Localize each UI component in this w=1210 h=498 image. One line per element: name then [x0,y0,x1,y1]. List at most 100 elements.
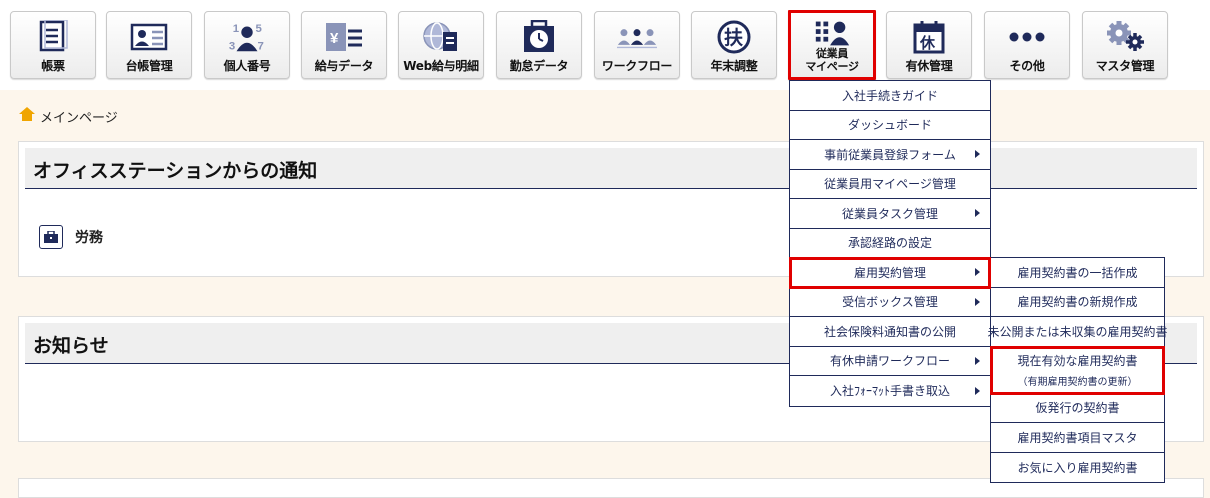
menu-item-insurance-notice[interactable]: 社会保険料通知書の公開 [790,317,990,347]
kyu-glyph: 休 [919,34,936,52]
personal-number-icon: 1 5 3 7 [227,19,267,55]
toolbar-label: 従業員 マイページ [805,47,859,73]
menu-item-label: 承認経路の設定 [847,236,932,251]
menu-item-handwriting-import[interactable]: 入社ﾌｫｰﾏｯﾄ手書き取込 [790,376,990,406]
ledger-icon [129,19,169,55]
submenu-arrow-icon [975,297,980,306]
toolbar-button-paid-leave[interactable]: 休 有休管理 [886,11,972,79]
briefcase-icon [39,225,63,249]
toolbar-button-year-end[interactable]: 扶 年末調整 [691,11,777,79]
toolbar-button-forms[interactable]: 帳票 [10,11,96,79]
toolbar-label: 台帳管理 [125,59,173,73]
menu-item-label: 事前従業員登録フォーム [824,147,956,162]
fu-glyph: 扶 [724,26,744,49]
submenu-item-favorites[interactable]: お気に入り雇用契約書 [991,453,1164,483]
web-payslip-icon [421,19,461,55]
menu-item-label: ダッシュボード [847,118,932,133]
menu-item-label: 社会保険料通知書の公開 [823,324,956,339]
info-panel-title: お知らせ [33,335,109,357]
menu-item-mypage-management[interactable]: 従業員用マイページ管理 [790,170,990,199]
payroll-icon: ¥ [324,19,364,55]
paid-leave-icon: 休 [909,19,949,55]
submenu-item-label: 未公開または未収集の雇用契約書 [987,324,1168,339]
digit-three: 3 [229,40,235,52]
home-icon[interactable] [18,106,40,126]
workflow-icon [617,19,657,55]
menu-item-approval-route[interactable]: 承認経路の設定 [790,229,990,258]
toolbar-label: 勤怠データ [509,59,569,73]
toolbar-label: 帳票 [41,59,65,73]
toolbar-label: 年末調整 [710,59,758,73]
employee-mypage-icon [812,19,852,47]
menu-item-onboarding-guide[interactable]: 入社手続きガイド [790,81,990,111]
breadcrumb-home-link[interactable]: メインページ [40,107,118,126]
toolbar-label: 給与データ [314,59,374,73]
toolbar-button-more[interactable]: その他 [984,11,1070,79]
submenu-item-sublabel: （有期雇用契約書の更新） [1017,376,1138,388]
menu-item-employment-contract[interactable]: 雇用契約管理 [789,257,991,289]
menu-item-label: 従業員用マイページ管理 [824,177,956,192]
submenu-item-label: 雇用契約書の一括作成 [1017,265,1138,280]
toolbar-button-ledger[interactable]: 台帳管理 [106,11,192,79]
toolbar-button-workflow[interactable]: ワークフロー [594,11,680,79]
submenu-arrow-icon [975,386,980,395]
attendance-icon [519,19,559,55]
toolbar-button-employee-mypage[interactable]: 従業員 マイページ [788,10,876,80]
digit-one: 1 [233,23,240,35]
submenu-arrow-icon [975,150,980,159]
toolbar-label: Web給与明細 [403,59,479,73]
digit-seven: 7 [257,40,263,52]
submenu-item-unpublished[interactable]: 未公開または未収集の雇用契約書 [988,317,1168,347]
more-icon [1007,19,1047,55]
toolbar-button-web-payslip[interactable]: Web給与明細 [398,11,484,79]
submenu-item-label: 雇用契約書の新規作成 [1017,295,1138,310]
menu-item-label: 雇用契約管理 [853,265,926,280]
year-end-adjustment-icon: 扶 [714,19,754,55]
document-icon [33,19,73,55]
menu-item-task-management[interactable]: 従業員タスク管理 [790,199,990,229]
labor-category-label: 労務 [75,230,103,246]
toolbar-button-attendance[interactable]: 勤怠データ [496,11,582,79]
submenu-item-new-create[interactable]: 雇用契約書の新規作成 [991,288,1164,317]
label-line-2: マイページ [805,60,859,73]
toolbar-button-personal-number[interactable]: 1 5 3 7 個人番号 [204,11,290,79]
submenu-item-label: 雇用契約書項目マスタ [1017,430,1138,445]
breadcrumb: メインページ [18,106,118,126]
submenu-arrow-icon [975,209,980,218]
toolbar-label: 個人番号 [223,59,271,73]
toolbar-label: マスタ管理 [1095,59,1155,73]
submenu-arrow-icon [975,356,980,365]
main-toolbar: 帳票 台帳管理 1 5 3 7 個人番号 ¥ 給与データ Web給与明細 勤怠デ… [0,0,1210,90]
menu-item-label: 入社ﾌｫｰﾏｯﾄ手書き取込 [829,384,950,399]
submenu-item-active-contracts[interactable]: 現在有効な雇用契約書 （有期雇用契約書の更新） [990,345,1165,395]
submenu-item-bulk-create[interactable]: 雇用契約書の一括作成 [991,258,1164,288]
menu-item-label: 従業員タスク管理 [841,206,938,221]
submenu-item-field-master[interactable]: 雇用契約書項目マスタ [991,423,1164,453]
submenu-item-label: 現在有効な雇用契約書 [1017,353,1138,368]
toolbar-button-payroll[interactable]: ¥ 給与データ [301,11,387,79]
toolbar-button-master-settings[interactable]: マスタ管理 [1082,11,1168,79]
menu-item-label: 受信ボックス管理 [842,295,938,310]
submenu-arrow-icon [975,268,980,277]
notice-panel-header: オフィスステーションからの通知 [25,148,1197,189]
submenu-item-label: お気に入り雇用契約書 [1017,460,1138,475]
master-settings-icon [1105,19,1145,55]
menu-item-leave-workflow[interactable]: 有休申請ワークフロー [790,347,990,376]
toolbar-label: ワークフロー [601,59,673,73]
notice-panel-title: オフィスステーションからの通知 [33,160,318,182]
toolbar-label: 有休管理 [905,59,953,73]
yen-glyph: ¥ [330,30,339,47]
submenu-item-label: 仮発行の契約書 [1035,401,1120,416]
label-line-1: 従業員 [815,47,849,60]
toolbar-label: その他 [1009,59,1045,73]
menu-item-dashboard[interactable]: ダッシュボード [790,111,990,140]
menu-item-label: 入社手続きガイド [841,88,938,103]
employee-mypage-menu: 入社手続きガイド ダッシュボード 事前従業員登録フォーム 従業員用マイページ管理… [789,80,991,407]
labor-category[interactable]: 労務 [39,225,103,249]
menu-item-label: 有休申請ワークフロー [829,354,950,369]
menu-item-inbox-management[interactable]: 受信ボックス管理 [790,288,990,317]
employment-contract-submenu: 雇用契約書の一括作成 雇用契約書の新規作成 未公開または未収集の雇用契約書 現在… [988,257,1168,483]
submenu-item-provisional[interactable]: 仮発行の契約書 [991,394,1164,423]
digit-five: 5 [256,23,263,35]
menu-item-pre-registration-form[interactable]: 事前従業員登録フォーム [790,140,990,170]
